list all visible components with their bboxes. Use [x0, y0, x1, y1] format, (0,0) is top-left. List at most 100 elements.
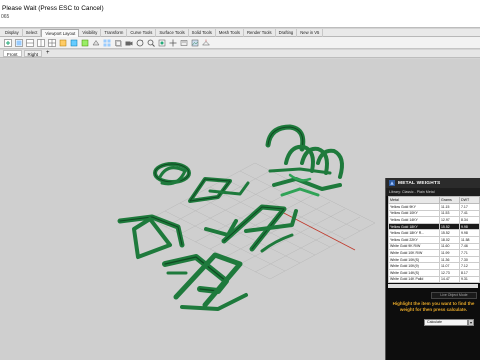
metal-cell-metal: White Gold 10K R/W — [388, 249, 440, 257]
front-view-icon[interactable] — [68, 38, 79, 48]
split-horizontal-icon[interactable] — [24, 38, 35, 48]
metal-cell-metal: Yellow Gold 10KY — [388, 209, 440, 218]
command-prompt: Please Wait (Press ESC to Cancel) — [2, 5, 104, 12]
metal-cell-metal: White Gold 9K R/W — [388, 242, 440, 251]
zoom-extents-icon[interactable] — [156, 38, 167, 48]
metal-cell-grams: 11.36 — [438, 255, 460, 264]
metal-cell-dwt: 9.98 — [458, 229, 480, 237]
ribbon-tab-bar: Display Select Viewport Layout Visibility Tr… — [0, 29, 480, 37]
metal-library-label: Library: Classic - Plain Metal — [386, 188, 480, 196]
x-axis-line — [279, 210, 356, 251]
metal-row[interactable]: White Gold 10K R/W 11.99 7.71 — [388, 249, 480, 257]
command-history-line: 065 — [1, 14, 10, 20]
column-header-grams[interactable]: Grams — [438, 196, 460, 204]
metal-weights-instruction: Highlight the item you want to find the … — [392, 301, 475, 313]
script-letter-model-bottom — [117, 214, 248, 311]
right-view-icon[interactable] — [79, 38, 90, 48]
metal-cell-grams: 12.73 — [438, 268, 460, 277]
ribbon-tab-surface-tools[interactable]: Surface Tools — [156, 29, 189, 37]
metal-row[interactable]: Yellow Gold 18KY R... 15.52 9.98 — [388, 229, 480, 237]
metal-row[interactable]: White Gold 10K(9) 11.07 7.12 — [388, 262, 480, 270]
metal-cell-metal: White Gold 14K Palld — [388, 275, 440, 284]
ribbon-tab-display[interactable]: Display — [2, 29, 23, 37]
camera-icon[interactable] — [123, 38, 134, 48]
metal-cell-grams: 11.53 — [438, 209, 460, 218]
ribbon-tab-render-tools[interactable]: Render Tools — [244, 29, 276, 37]
metal-cell-grams: 14.47 — [438, 275, 460, 284]
viewport-layout-toolbar — [0, 37, 480, 49]
ribbon-tab-select[interactable]: Select — [23, 29, 42, 37]
top-view-icon[interactable] — [57, 38, 68, 48]
metal-cell-grams: 12.97 — [438, 216, 460, 224]
metal-cell-metal: Yellow Gold 22KY — [388, 235, 440, 244]
column-header-dwt[interactable]: DWT — [458, 196, 480, 204]
ribbon-tab-solid-tools[interactable]: Solid Tools — [189, 29, 216, 37]
metal-cell-dwt: 7.17 — [458, 203, 480, 211]
background-bitmap-icon[interactable] — [189, 38, 200, 48]
viewport-tab-right[interactable]: Right — [23, 50, 43, 57]
metal-cell-metal: White Gold 10K(9) — [388, 262, 440, 270]
metal-cell-grams: 18.02 — [438, 235, 460, 244]
ribbon-tab-transform[interactable]: Transform — [101, 29, 128, 37]
viewport-layout-icon[interactable] — [46, 38, 57, 48]
metal-cell-grams: 11.99 — [438, 249, 460, 257]
metal-row[interactable]: White Gold 10K(S) 11.36 7.30 — [388, 255, 480, 264]
table-horizontal-scrollbar[interactable] — [388, 284, 478, 289]
metal-cell-metal: White Gold 14K(S) — [388, 268, 440, 277]
metal-cell-metal: White Gold 10K(S) — [388, 255, 440, 264]
metal-cell-grams: 11.15 — [438, 203, 460, 211]
ribbon-tab-new-in-v5[interactable]: New in V5 — [297, 29, 324, 37]
metal-cell-dwt: 8.34 — [458, 216, 480, 224]
ribbon-tab-drafting[interactable]: Drafting — [276, 29, 298, 37]
zoom-window-icon[interactable] — [145, 38, 156, 48]
new-viewport-icon[interactable] — [2, 38, 13, 48]
metal-row[interactable]: White Gold 9K R/W 11.60 7.46 — [388, 242, 480, 251]
metal-cell-dwt: 7.46 — [458, 242, 480, 251]
perspective-view-icon[interactable] — [90, 38, 101, 48]
ribbon-tab-viewport-layout[interactable]: Viewport Layout — [41, 29, 80, 37]
metal-weights-table: Metal Grams DWT Yellow Gold 9KY 11.15 7.17… — [388, 196, 480, 284]
split-vertical-icon[interactable] — [35, 38, 46, 48]
metal-cell-grams: 15.52 — [438, 229, 460, 237]
calculate-field[interactable]: Calculate — [424, 319, 468, 326]
metal-cell-metal: Yellow Gold 9KY — [388, 203, 440, 211]
metal-row[interactable]: Yellow Gold 18KY 15.52 9.98 — [388, 222, 480, 231]
metal-row[interactable]: White Gold 14K Palld 14.47 9.31 — [388, 275, 480, 284]
metal-cell-dwt: 9.31 — [458, 275, 480, 284]
live-object-mode-button[interactable]: Live Object Mode — [431, 292, 477, 299]
cplane-icon[interactable] — [200, 38, 211, 48]
parallel-view-icon[interactable] — [112, 38, 123, 48]
hoop-rings-model — [265, 124, 344, 197]
metal-row[interactable]: Yellow Gold 9KY 11.15 7.17 — [388, 203, 480, 211]
calculate-dropdown-arrow[interactable]: ▾ — [468, 319, 474, 326]
metal-cell-dwt: 9.98 — [458, 222, 480, 231]
metal-weights-header: METAL WEIGHTS — [386, 178, 480, 188]
metal-row[interactable]: Yellow Gold 14KY 12.97 8.34 — [388, 216, 480, 224]
add-viewport-tab-button[interactable]: + — [44, 50, 52, 57]
named-view-icon[interactable] — [178, 38, 189, 48]
viewport-tab-front[interactable]: Front — [3, 50, 22, 57]
pan-icon[interactable] — [167, 38, 178, 48]
command-history: Please Wait (Press ESC to Cancel) 065 — [0, 0, 480, 28]
metal-cell-metal: Yellow Gold 14KY — [388, 216, 440, 224]
metal-cell-grams: 15.52 — [438, 222, 460, 231]
maximize-viewport-icon[interactable] — [13, 38, 24, 48]
metal-row[interactable]: White Gold 14K(S) 12.73 8.17 — [388, 268, 480, 277]
metal-weights-title: METAL WEIGHTS — [398, 180, 441, 186]
metal-cell-dwt: 7.41 — [458, 209, 480, 218]
rotate-view-icon[interactable] — [134, 38, 145, 48]
ribbon-tab-visibility[interactable]: Visibility — [79, 29, 102, 37]
ribbon-tab-curve-tools[interactable]: Curve Tools — [127, 29, 157, 37]
viewport-tab-bar: Front Right + — [0, 50, 480, 58]
metal-cell-metal: Yellow Gold 18KY — [388, 222, 440, 231]
metal-row[interactable]: Yellow Gold 22KY 18.02 11.58 — [388, 235, 480, 244]
metal-weights-panel: METAL WEIGHTS Library: Classic - Plain M… — [385, 178, 480, 360]
four-views-icon[interactable] — [101, 38, 112, 48]
swirl-pendant-model — [153, 162, 250, 203]
metal-cell-metal: Yellow Gold 18KY R... — [388, 229, 440, 237]
column-header-metal[interactable]: Metal — [388, 196, 440, 204]
metal-row[interactable]: Yellow Gold 10KY 11.53 7.41 — [388, 209, 480, 218]
metal-cell-dwt: 8.17 — [458, 268, 480, 277]
metal-cell-dwt: 11.58 — [458, 235, 480, 244]
ribbon-tab-mesh-tools[interactable]: Mesh Tools — [216, 29, 244, 37]
